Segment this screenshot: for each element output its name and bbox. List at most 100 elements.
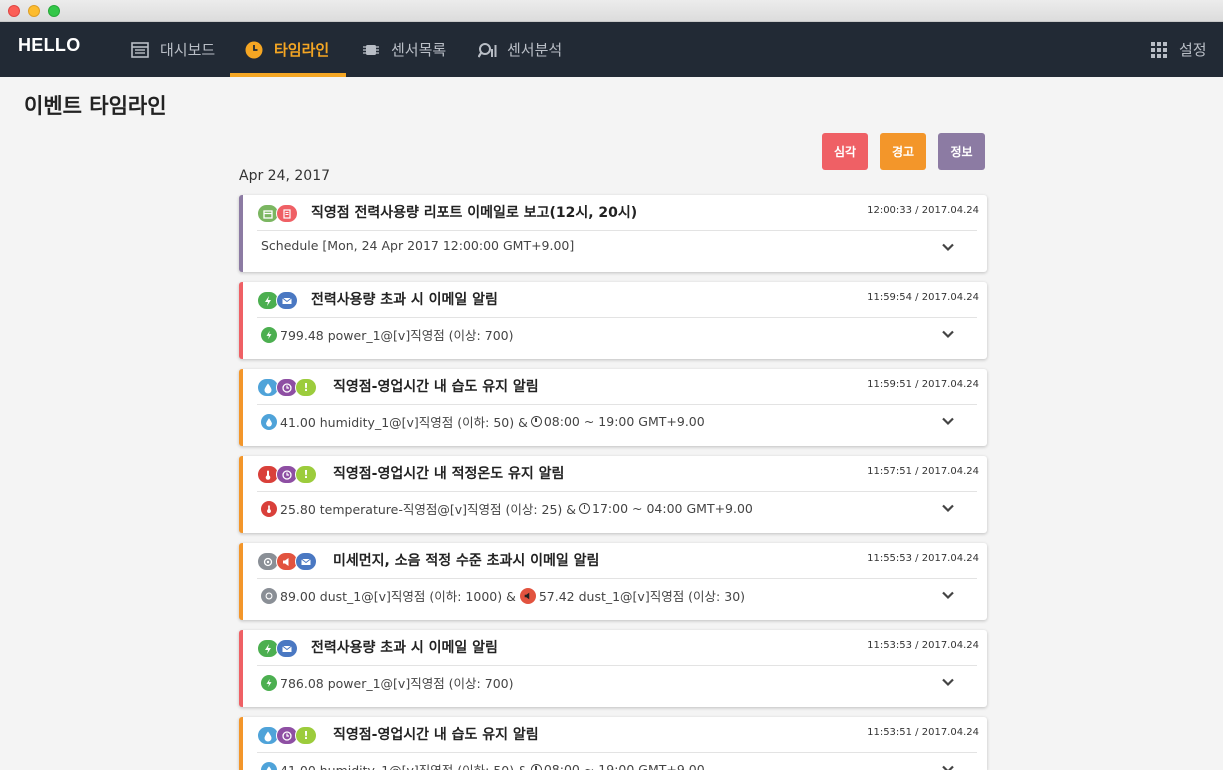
event-detail-text: 786.08 power_1@[v]직영점 (이상: 700) xyxy=(280,676,514,691)
clock-icon xyxy=(579,503,591,514)
alert-icon: ! xyxy=(295,726,317,745)
filter-warning-button[interactable]: 경고 xyxy=(880,133,926,170)
event-timestamp: 11:59:54 / 2017.04.24 xyxy=(867,292,979,303)
event-timestamp: 12:00:33 / 2017.04.24 xyxy=(867,205,979,216)
chevron-down-icon[interactable] xyxy=(941,414,955,428)
event-card[interactable]: 전력사용량 초과 시 이메일 알림 11:59:54 / 2017.04.24 … xyxy=(239,282,987,359)
close-window-button[interactable] xyxy=(8,5,20,17)
event-detail: 41.00 humidity_1@[v]직영점 (이하: 50) & 08:00… xyxy=(261,760,705,770)
nav-item-settings[interactable]: 설정 xyxy=(1150,22,1207,77)
chevron-down-icon[interactable] xyxy=(941,675,955,689)
event-detail: 799.48 power_1@[v]직영점 (이상: 700) xyxy=(261,325,513,344)
event-card[interactable]: 직영점 전력사용량 리포트 이메일로 보고(12시, 20시) 12:00:33… xyxy=(239,195,987,272)
page-title: 이벤트 타임라인 xyxy=(24,94,167,118)
divider xyxy=(257,404,977,405)
nav-item-sensor-analysis[interactable]: 센서분석 xyxy=(477,22,563,77)
nav-label-sensor-analysis: 센서분석 xyxy=(507,41,563,59)
event-card[interactable]: ! 직영점-영업시간 내 습도 유지 알림 11:53:51 / 2017.04… xyxy=(239,717,987,770)
event-card[interactable]: 전력사용량 초과 시 이메일 알림 11:53:53 / 2017.04.24 … xyxy=(239,630,987,707)
event-detail-text: 89.00 dust_1@[v]직영점 (이하: 1000) & xyxy=(280,589,516,604)
event-icons: ! xyxy=(257,378,317,397)
email-icon xyxy=(276,639,298,658)
noise-icon xyxy=(519,587,536,604)
dust-icon xyxy=(261,587,277,604)
top-navbar: HELLO 대시보드 타임라인 센서목록 센서분석 설정 xyxy=(0,22,1223,77)
event-icons xyxy=(257,552,317,571)
event-detail-text: 41.00 humidity_1@[v]직영점 (이하: 50) & xyxy=(280,415,528,430)
event-title: 직영점-영업시간 내 습도 유지 알림 xyxy=(333,727,539,743)
chevron-down-icon[interactable] xyxy=(941,327,955,341)
humidity-icon xyxy=(261,761,277,770)
nav-item-sensor-list[interactable]: 센서목록 xyxy=(362,22,446,77)
power-icon xyxy=(261,674,277,691)
event-timestamp: 11:55:53 / 2017.04.24 xyxy=(867,553,979,564)
event-detail-text: 799.48 power_1@[v]직영점 (이상: 700) xyxy=(280,328,514,343)
event-detail: Schedule [Mon, 24 Apr 2017 12:00:00 GMT+… xyxy=(261,238,574,253)
event-detail: 41.00 humidity_1@[v]직영점 (이하: 50) & 08:00… xyxy=(261,412,705,431)
clock-icon xyxy=(245,41,263,59)
event-icons: ! xyxy=(257,465,317,484)
divider xyxy=(257,578,977,579)
event-timestamp: 11:57:51 / 2017.04.24 xyxy=(867,466,979,477)
event-icons xyxy=(257,291,298,310)
event-title: 직영점-영업시간 내 습도 유지 알림 xyxy=(333,379,539,395)
event-card[interactable]: ! 직영점-영업시간 내 습도 유지 알림 11:59:51 / 2017.04… xyxy=(239,369,987,446)
event-detail: 89.00 dust_1@[v]직영점 (이하: 1000) & 57.42 d… xyxy=(261,586,745,605)
power-icon xyxy=(261,326,277,343)
event-title: 전력사용량 초과 시 이메일 알림 xyxy=(311,292,498,308)
window-titlebar xyxy=(0,0,1223,22)
event-title: 직영점-영업시간 내 적정온도 유지 알림 xyxy=(333,466,565,482)
nav-item-timeline[interactable]: 타임라인 xyxy=(230,22,346,77)
event-title: 전력사용량 초과 시 이메일 알림 xyxy=(311,640,498,656)
chevron-down-icon[interactable] xyxy=(941,588,955,602)
nav-label-sensor-list: 센서목록 xyxy=(391,41,447,59)
nav-label-timeline: 타임라인 xyxy=(274,41,330,59)
divider xyxy=(257,752,977,753)
chevron-down-icon[interactable] xyxy=(941,762,955,770)
event-detail-text: 25.80 temperature-직영점@[v]직영점 (이상: 25) & xyxy=(280,502,577,517)
event-detail: 786.08 power_1@[v]직영점 (이상: 700) xyxy=(261,673,513,692)
clock-icon xyxy=(530,764,542,770)
humidity-icon xyxy=(261,413,277,430)
alert-icon: ! xyxy=(295,378,317,397)
email-icon xyxy=(276,291,298,310)
analysis-icon xyxy=(477,41,497,59)
chevron-down-icon[interactable] xyxy=(941,240,955,254)
event-timestamp: 11:53:51 / 2017.04.24 xyxy=(867,727,979,738)
clock-icon xyxy=(530,416,542,427)
divider xyxy=(257,491,977,492)
minimize-window-button[interactable] xyxy=(28,5,40,17)
event-detail-schedule: 17:00 ~ 04:00 GMT+9.00 xyxy=(592,501,753,516)
dashboard-icon xyxy=(131,41,149,59)
chevron-down-icon[interactable] xyxy=(941,501,955,515)
event-timestamp: 11:53:53 / 2017.04.24 xyxy=(867,640,979,651)
divider xyxy=(257,230,977,231)
event-card[interactable]: ! 직영점-영업시간 내 적정온도 유지 알림 11:57:51 / 2017.… xyxy=(239,456,987,533)
event-timestamp: 11:59:51 / 2017.04.24 xyxy=(867,379,979,390)
date-header: Apr 24, 2017 xyxy=(239,168,331,184)
zoom-window-button[interactable] xyxy=(48,5,60,17)
chip-icon xyxy=(362,41,380,59)
nav-item-dashboard[interactable]: 대시보드 xyxy=(131,22,215,77)
event-card[interactable]: 미세먼지, 소음 적정 수준 초과시 이메일 알림 11:55:53 / 201… xyxy=(239,543,987,620)
event-detail-schedule: 08:00 ~ 19:00 GMT+9.00 xyxy=(543,762,705,770)
alert-icon: ! xyxy=(295,465,317,484)
divider xyxy=(257,317,977,318)
divider xyxy=(257,665,977,666)
event-icons xyxy=(257,204,298,223)
filter-info-button[interactable]: 정보 xyxy=(938,133,985,170)
event-title: 직영점 전력사용량 리포트 이메일로 보고(12시, 20시) xyxy=(311,205,638,221)
email-icon xyxy=(295,552,317,571)
report-icon xyxy=(276,204,298,223)
event-title: 미세먼지, 소음 적정 수준 초과시 이메일 알림 xyxy=(333,553,600,569)
event-icons xyxy=(257,639,298,658)
temperature-icon xyxy=(261,500,277,517)
nav-label-dashboard: 대시보드 xyxy=(160,41,216,59)
event-icons: ! xyxy=(257,726,317,745)
grid-icon xyxy=(1150,41,1168,59)
event-detail-text: Schedule [Mon, 24 Apr 2017 12:00:00 GMT+… xyxy=(261,238,575,253)
event-detail-schedule: 08:00 ~ 19:00 GMT+9.00 xyxy=(543,414,705,429)
filter-critical-button[interactable]: 심각 xyxy=(822,133,868,170)
event-detail-noise: 57.42 dust_1@[v]직영점 (이상: 30) xyxy=(538,589,746,604)
brand-logo[interactable]: HELLO xyxy=(18,35,81,56)
